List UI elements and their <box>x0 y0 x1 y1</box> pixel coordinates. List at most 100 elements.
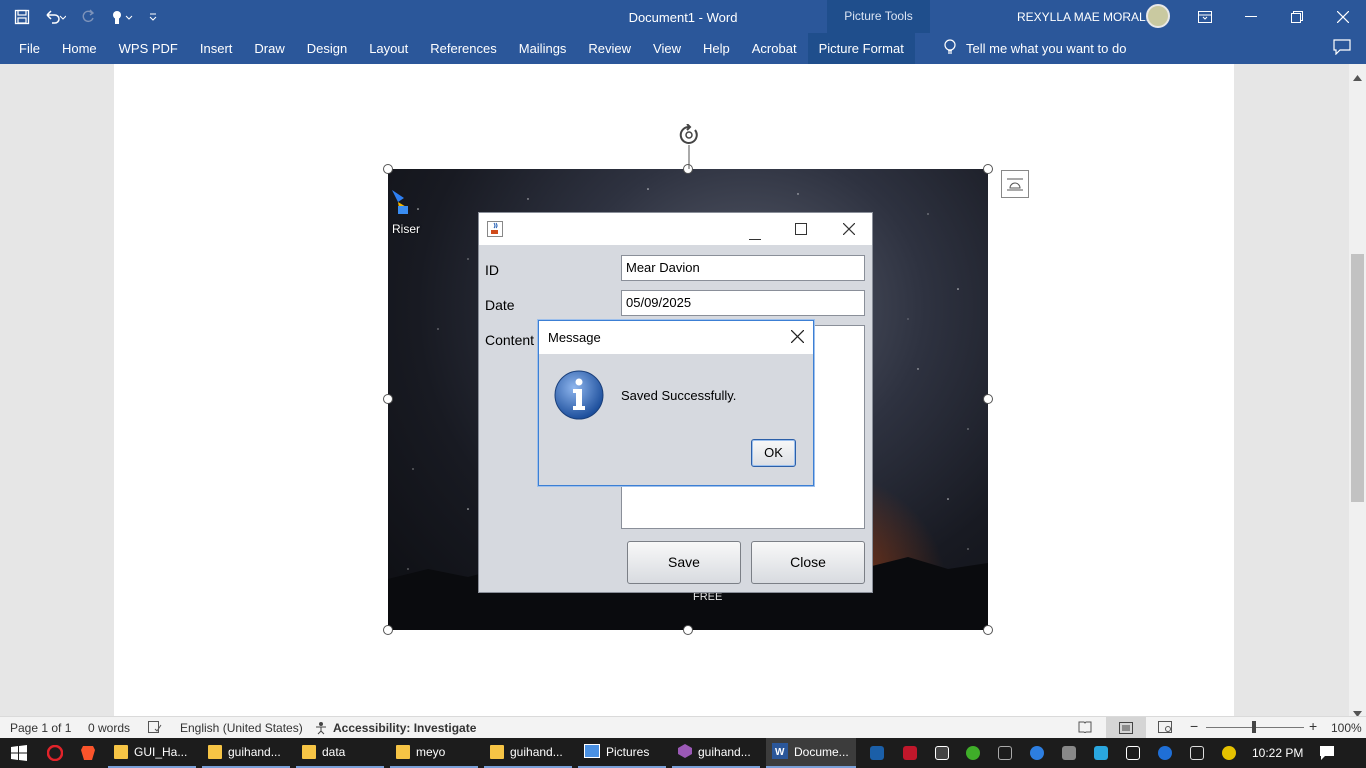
word-count[interactable]: 0 words <box>88 721 130 735</box>
redo-icon[interactable] <box>80 9 96 25</box>
zoom-level[interactable]: 100% <box>1331 721 1362 735</box>
java-minimize-icon[interactable] <box>749 228 761 246</box>
id-field[interactable]: Mear Davion <box>621 255 865 281</box>
accessibility-icon[interactable] <box>314 721 328 738</box>
resize-handle-bottom[interactable] <box>683 625 693 635</box>
touch-mode-icon[interactable] <box>110 9 134 25</box>
vertical-scrollbar[interactable] <box>1349 64 1366 717</box>
tab-draw[interactable]: Draw <box>243 33 295 64</box>
word-icon: W <box>772 742 788 762</box>
tray-app-icon[interactable] <box>935 746 949 760</box>
folder-icon <box>490 745 504 759</box>
save-icon[interactable] <box>14 9 30 25</box>
volume-icon[interactable] <box>1190 746 1204 760</box>
web-layout-icon[interactable] <box>1158 721 1172 736</box>
onedrive-icon[interactable] <box>1030 746 1044 760</box>
battery-icon[interactable] <box>1126 746 1140 760</box>
tab-layout[interactable]: Layout <box>358 33 419 64</box>
title-bar: Document1 - Word Picture Tools REXYLLA M… <box>0 0 1366 64</box>
tab-wps-pdf[interactable]: WPS PDF <box>108 33 189 64</box>
scroll-up-icon[interactable] <box>1353 68 1362 86</box>
desktop-icon-riser[interactable]: Riser <box>390 188 420 236</box>
tab-mailings[interactable]: Mailings <box>508 33 578 64</box>
zoom-out-icon[interactable]: − <box>1190 718 1198 734</box>
close-icon[interactable] <box>1320 0 1366 33</box>
zoom-slider-thumb[interactable] <box>1252 721 1256 733</box>
customize-qat-icon[interactable] <box>148 9 158 25</box>
tab-picture-format[interactable]: Picture Format <box>807 33 915 64</box>
tab-insert[interactable]: Insert <box>189 33 244 64</box>
read-mode-icon[interactable] <box>1078 721 1092 736</box>
storage-icon[interactable] <box>1062 746 1076 760</box>
content-label: Content <box>485 332 535 348</box>
tell-me-search[interactable]: Tell me what you want to do <box>944 33 1126 64</box>
tray-app-2-icon[interactable] <box>1222 746 1236 760</box>
resize-handle-top-right[interactable] <box>983 164 993 174</box>
date-field[interactable]: 05/09/2025 <box>621 290 865 316</box>
language[interactable]: English (United States) <box>180 721 303 735</box>
taskbar-item-label: Docume... <box>794 745 849 759</box>
java-maximize-icon[interactable] <box>795 222 807 240</box>
resize-handle-bottom-right[interactable] <box>983 625 993 635</box>
tab-review[interactable]: Review <box>577 33 642 64</box>
taskbar-item-label: data <box>322 745 346 759</box>
utorrent-icon[interactable] <box>966 746 980 760</box>
resize-handle-bottom-left[interactable] <box>383 625 393 635</box>
taskbar-item-label: guihand... <box>698 745 751 759</box>
page-count[interactable]: Page 1 of 1 <box>10 721 71 735</box>
taskbar-item-gui-ha[interactable]: GUI_Ha... <box>108 738 196 768</box>
folder-icon <box>396 745 410 759</box>
brave-icon[interactable] <box>80 745 96 766</box>
scrollbar-thumb[interactable] <box>1351 254 1364 502</box>
clock-time[interactable]: 10:22 PM <box>1252 746 1303 760</box>
resize-handle-left[interactable] <box>383 394 393 404</box>
tab-help[interactable]: Help <box>692 33 741 64</box>
user-name[interactable]: REXYLLA MAE MORALES <box>1017 10 1162 24</box>
zoom-in-icon[interactable]: + <box>1309 718 1317 734</box>
resize-handle-right[interactable] <box>983 394 993 404</box>
taskbar-item-guihand-2[interactable]: guihand... <box>484 738 572 768</box>
proofing-icon[interactable] <box>148 721 162 736</box>
picture-tools-label: Picture Tools <box>844 9 913 23</box>
undo-icon[interactable] <box>44 9 66 25</box>
layout-options-icon[interactable] <box>1001 170 1029 198</box>
taskbar-item-label: guihand... <box>228 745 281 759</box>
bluetooth-icon[interactable] <box>1158 746 1172 760</box>
java-close-icon[interactable] <box>842 222 856 240</box>
status-bar: Page 1 of 1 0 words English (United Stat… <box>0 716 1366 738</box>
network-icon[interactable] <box>1094 746 1108 760</box>
save-button[interactable]: Save <box>627 541 741 584</box>
ribbon-display-options-icon[interactable] <box>1182 0 1228 33</box>
taskbar-item-pictures[interactable]: Pictures <box>578 738 666 768</box>
tab-view[interactable]: View <box>642 33 692 64</box>
ok-button[interactable]: OK <box>751 439 796 467</box>
wifi-off-icon[interactable] <box>998 746 1012 760</box>
rotate-handle-icon[interactable] <box>677 123 701 175</box>
tab-design[interactable]: Design <box>296 33 358 64</box>
taskbar-item-meyo[interactable]: meyo <box>390 738 478 768</box>
antivirus-icon[interactable] <box>903 746 917 760</box>
close-button[interactable]: Close <box>751 541 865 584</box>
taskbar-item-data[interactable]: data <box>296 738 384 768</box>
notifications-icon[interactable] <box>1319 745 1335 766</box>
message-dialog-titlebar: Message <box>539 321 813 354</box>
taskbar-item-document[interactable]: W Docume... <box>766 738 856 768</box>
accessibility-status[interactable]: Accessibility: Investigate <box>333 721 476 735</box>
comments-icon[interactable] <box>1333 39 1351 60</box>
minimize-icon[interactable] <box>1228 0 1274 33</box>
restore-icon[interactable] <box>1274 0 1320 33</box>
steam-icon[interactable] <box>870 746 884 760</box>
avatar[interactable] <box>1146 4 1170 28</box>
tab-acrobat[interactable]: Acrobat <box>741 33 808 64</box>
resize-handle-top-left[interactable] <box>383 164 393 174</box>
start-icon[interactable] <box>11 745 27 766</box>
lightbulb-icon <box>944 39 956 58</box>
taskbar-item-guihand-3[interactable]: guihand... <box>672 738 760 768</box>
print-layout-icon[interactable] <box>1106 717 1146 738</box>
tab-home[interactable]: Home <box>51 33 108 64</box>
opera-icon[interactable] <box>46 744 64 766</box>
tab-references[interactable]: References <box>419 33 507 64</box>
taskbar-item-guihand-1[interactable]: guihand... <box>202 738 290 768</box>
dialog-close-icon[interactable] <box>790 329 805 346</box>
tab-file[interactable]: File <box>8 33 51 64</box>
